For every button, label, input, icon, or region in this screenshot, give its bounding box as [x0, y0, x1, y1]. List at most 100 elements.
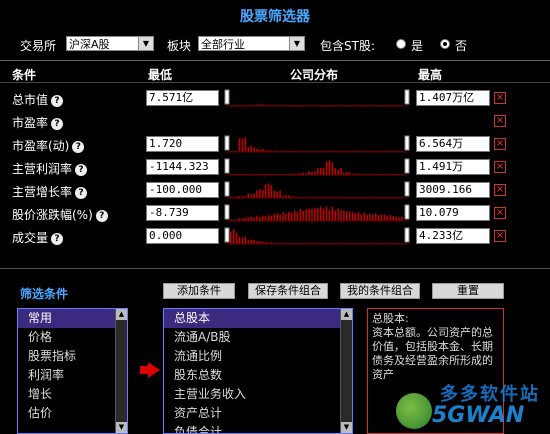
remove-condition-icon[interactable]: ×	[494, 138, 506, 150]
histogram-bar	[241, 138, 244, 152]
min-input[interactable]: 0.000	[146, 228, 219, 244]
remove-condition-icon[interactable]: ×	[494, 230, 506, 242]
help-icon[interactable]: ?	[95, 209, 108, 222]
histogram-bar	[232, 229, 235, 244]
histogram-bar	[253, 239, 255, 244]
field-item[interactable]: 资产总计	[164, 404, 352, 423]
histogram-bar	[253, 147, 255, 152]
sector-label: 板块	[167, 39, 192, 53]
category-list[interactable]: 常用 价格 股票指标 利润率 增长 估价 ▲ ▼	[17, 308, 128, 434]
histogram-bar	[314, 208, 316, 221]
min-input[interactable]: -1144.323	[146, 159, 219, 175]
histogram-bar	[319, 206, 322, 221]
min-slider-handle[interactable]	[224, 227, 230, 243]
min-input[interactable]: 1.720	[146, 136, 219, 152]
category-item[interactable]: 增长	[18, 385, 127, 404]
max-slider-handle[interactable]	[404, 89, 410, 105]
max-slider-handle[interactable]	[404, 204, 410, 220]
histogram-bar	[247, 217, 249, 221]
histogram-bar	[296, 212, 299, 221]
remove-condition-icon[interactable]: ×	[494, 92, 506, 104]
category-item[interactable]: 股票指标	[18, 347, 127, 366]
help-icon[interactable]: ?	[75, 163, 88, 176]
condition-label-text: 主营增长率	[12, 185, 73, 199]
min-slider-handle[interactable]	[224, 204, 230, 220]
distribution-histogram[interactable]	[222, 158, 412, 176]
category-item[interactable]: 价格	[18, 328, 127, 347]
max-input[interactable]: 4.233亿	[416, 228, 490, 244]
st-no-radio[interactable]	[440, 39, 450, 49]
histogram-bar	[259, 189, 261, 198]
help-icon[interactable]: ?	[75, 186, 88, 199]
category-item[interactable]: 估价	[18, 404, 127, 423]
col-distribution: 公司分布	[290, 68, 339, 82]
field-item[interactable]: 主营业务收入	[164, 385, 352, 404]
max-input[interactable]: 1.491万	[416, 159, 490, 175]
histogram-bar	[261, 189, 264, 198]
distribution-histogram[interactable]	[222, 181, 412, 199]
category-item[interactable]: 利润率	[18, 366, 127, 385]
max-slider-handle[interactable]	[404, 158, 410, 174]
help-icon[interactable]: ?	[51, 232, 64, 245]
histogram-bar	[256, 215, 258, 221]
st-yes-radio[interactable]	[396, 39, 406, 49]
min-input[interactable]: -100.000	[146, 182, 219, 198]
histogram-bar	[308, 208, 310, 221]
col-condition: 条件	[12, 68, 37, 82]
min-slider-handle[interactable]	[224, 158, 230, 174]
add-condition-button[interactable]: 添加条件	[163, 283, 235, 299]
scroll-down-icon[interactable]: ▼	[341, 422, 352, 433]
sector-select[interactable]: 全部行业 ▼	[198, 36, 305, 51]
remove-condition-icon[interactable]: ×	[494, 207, 506, 219]
field-item[interactable]: 流通比例	[164, 347, 352, 366]
scroll-up-icon[interactable]: ▲	[116, 309, 127, 320]
distribution-histogram[interactable]	[222, 227, 412, 245]
reset-button[interactable]: 重置	[432, 283, 504, 299]
distribution-histogram[interactable]	[222, 204, 412, 222]
histogram-bar	[282, 212, 284, 221]
histogram-bar	[302, 210, 305, 221]
help-icon[interactable]: ?	[72, 140, 85, 153]
help-icon[interactable]: ?	[51, 117, 64, 130]
scroll-up-icon[interactable]: ▲	[341, 309, 352, 320]
field-item[interactable]: 股东总数	[164, 366, 352, 385]
max-slider-handle[interactable]	[404, 135, 410, 151]
max-input[interactable]: 10.079	[416, 205, 490, 221]
scroll-down-icon[interactable]: ▼	[116, 422, 127, 433]
max-input[interactable]: 3009.166	[416, 182, 490, 198]
help-icon[interactable]: ?	[51, 94, 64, 107]
max-input[interactable]: 6.564万	[416, 136, 490, 152]
exchange-select[interactable]: 沪深A股 ▼	[66, 36, 154, 51]
remove-condition-icon[interactable]: ×	[494, 161, 506, 173]
condition-label: 主营利润率?	[12, 160, 88, 177]
category-item[interactable]: 常用	[18, 309, 127, 328]
field-item[interactable]: 负债合计	[164, 423, 352, 433]
field-item[interactable]: 流通A/B股	[164, 328, 352, 347]
scrollbar[interactable]: ▲ ▼	[115, 309, 127, 433]
min-slider-handle[interactable]	[224, 135, 230, 151]
min-input[interactable]: -8.739	[146, 205, 219, 221]
min-input[interactable]: 7.571亿	[146, 90, 219, 106]
save-combo-button[interactable]: 保存条件组合	[248, 283, 328, 299]
histogram-bar	[273, 213, 276, 221]
min-slider-handle[interactable]	[224, 89, 230, 105]
remove-condition-icon[interactable]: ×	[494, 115, 506, 127]
max-input[interactable]: 1.407万亿	[416, 90, 490, 106]
max-slider-handle[interactable]	[404, 181, 410, 197]
field-item[interactable]: 总股本	[164, 309, 352, 328]
condition-label-text: 市盈率	[12, 116, 49, 130]
histogram-bar	[322, 167, 325, 175]
chevron-down-icon[interactable]: ▼	[289, 37, 304, 50]
histogram-bar	[360, 214, 363, 221]
chevron-down-icon[interactable]: ▼	[138, 37, 153, 50]
field-list[interactable]: 总股本 流通A/B股 流通比例 股东总数 主营业务收入 资产总计 负债合计 ▲ ▼	[163, 308, 353, 434]
max-slider-handle[interactable]	[404, 227, 410, 243]
distribution-histogram[interactable]	[222, 89, 412, 107]
st-label: 包含ST股:	[320, 39, 375, 53]
my-combo-button[interactable]: 我的条件组合	[340, 283, 420, 299]
remove-condition-icon[interactable]: ×	[494, 184, 506, 196]
scrollbar[interactable]: ▲ ▼	[340, 309, 352, 433]
distribution-histogram[interactable]	[222, 135, 412, 153]
min-slider-handle[interactable]	[224, 181, 230, 197]
arrow-right-icon	[140, 362, 160, 378]
